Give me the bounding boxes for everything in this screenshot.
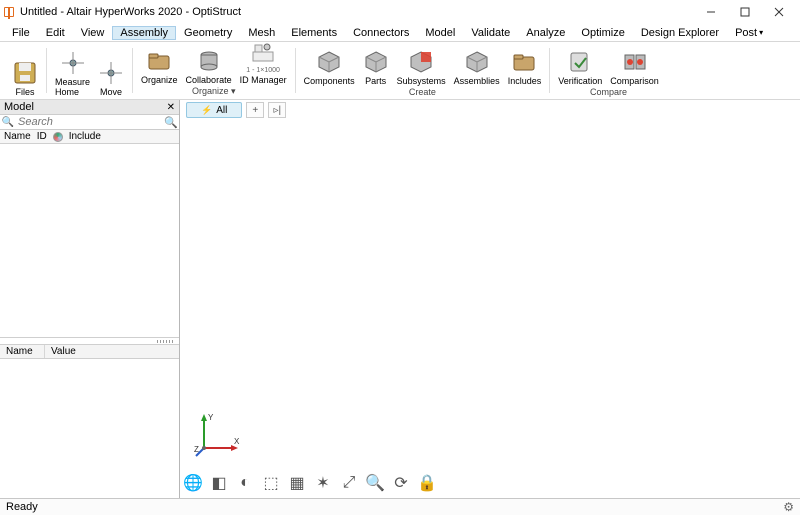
menu-analyze[interactable]: Analyze (518, 26, 573, 40)
minimize-button[interactable] (694, 1, 728, 23)
search-icon[interactable]: 🔍 (0, 117, 16, 128)
assemblies-icon (464, 49, 490, 75)
parts-icon (363, 49, 389, 75)
verification-icon (567, 49, 593, 75)
organize-icon (146, 48, 172, 74)
view-zoom-icon[interactable]: 🔍 (366, 474, 384, 492)
search-options-icon[interactable]: 🔍 (163, 116, 179, 129)
prop-col-value[interactable]: Value (45, 345, 82, 358)
ribbon-group-organize: Organize ▾ (192, 85, 236, 97)
ribbon-includes[interactable]: Includes (508, 49, 542, 86)
comparison-icon (622, 49, 648, 75)
app-logo-icon (4, 7, 14, 17)
tab-last-button[interactable]: ▹| (268, 102, 286, 118)
ribbon-group-compare: Compare (590, 86, 627, 97)
view-tabbar: ⚡ All + ▹| (186, 102, 286, 118)
menu-connectors[interactable]: Connectors (345, 26, 417, 40)
tab-label: All (216, 105, 227, 116)
ribbon-subsystems[interactable]: Subsystems (397, 49, 446, 86)
ribbon-group-create: Create (409, 86, 436, 97)
view-lock-icon[interactable]: 🔒 (418, 474, 436, 492)
view-isoview-icon[interactable]: ◧ (210, 474, 228, 492)
ribbon-organize[interactable]: Organize (141, 48, 178, 85)
menu-post[interactable]: Post▾ (727, 26, 771, 40)
ribbon-move[interactable]: Move (98, 60, 124, 97)
color-ball-icon[interactable] (53, 132, 63, 142)
model-panel-title: Model (4, 101, 34, 113)
axis-z-label: Z (194, 445, 199, 454)
close-button[interactable] (762, 1, 796, 23)
status-text: Ready (6, 501, 38, 513)
view-cube-icon[interactable]: ⬚ (262, 474, 280, 492)
includes-icon (511, 49, 537, 75)
view-fit-icon[interactable]: ⤢ (340, 474, 358, 492)
bolt-icon: ⚡ (201, 105, 212, 116)
components-icon (316, 49, 342, 75)
col-name[interactable]: Name (4, 131, 31, 142)
view-triad-icon[interactable]: ✶ (314, 474, 332, 492)
move-icon (98, 60, 124, 86)
menu-validate[interactable]: Validate (463, 26, 518, 40)
properties-body[interactable] (0, 359, 179, 498)
col-include[interactable]: Include (69, 131, 101, 142)
view-rotate-icon[interactable]: ⟳ (392, 474, 410, 492)
prop-col-name[interactable]: Name (0, 345, 45, 358)
menu-view[interactable]: View (73, 26, 113, 40)
ribbon-id-manager[interactable]: 1 - 1×1000ID Manager (240, 40, 287, 85)
menu-file[interactable]: File (4, 26, 38, 40)
axis-x-label: X (234, 437, 240, 446)
model-tree[interactable] (0, 144, 179, 338)
ribbon-collaborate[interactable]: Collaborate (186, 48, 232, 85)
ribbon-files[interactable]: Files (12, 60, 38, 97)
statusbar: Ready ⚙ (0, 498, 800, 515)
model-panel-close-icon[interactable]: ✕ (167, 102, 175, 113)
ribbon-toolbar: Files MeasureHome Move OrganizeCollaborate1… (0, 42, 800, 100)
view-wireframe-icon[interactable]: ▦ (288, 474, 306, 492)
tab-add-button[interactable]: + (246, 102, 264, 118)
window-title: Untitled - Altair HyperWorks 2020 - Opti… (20, 6, 241, 18)
menu-design-explorer[interactable]: Design Explorer (633, 26, 727, 40)
menu-model[interactable]: Model (417, 26, 463, 40)
files-icon (12, 60, 38, 86)
menu-assembly[interactable]: Assembly (112, 26, 176, 40)
menubar: FileEditViewAssemblyGeometryMeshElements… (0, 24, 800, 42)
ribbon-verification[interactable]: Verification (558, 49, 602, 86)
graphics-view[interactable]: ⚡ All + ▹| Y X Z 🌐 ◧ ◐ ⬚ ▦ ✶ ⤢ 🔍 ⟳ 🔒 (180, 100, 800, 498)
tree-column-header: Name ID Include (0, 130, 179, 144)
ribbon-comparison[interactable]: Comparison (610, 49, 659, 86)
subsystems-icon (408, 49, 434, 75)
ribbon-components[interactable]: Components (304, 49, 355, 86)
view-persp-icon[interactable]: ◐ (236, 474, 254, 492)
menu-optimize[interactable]: Optimize (573, 26, 632, 40)
ribbon-parts[interactable]: Parts (363, 49, 389, 86)
axis-y-label: Y (208, 413, 214, 422)
properties-panel: Name Value (0, 338, 179, 498)
menu-elements[interactable]: Elements (283, 26, 345, 40)
menu-mesh[interactable]: Mesh (240, 26, 283, 40)
search-input[interactable] (16, 115, 163, 129)
menu-edit[interactable]: Edit (38, 26, 73, 40)
id-manager-icon (250, 40, 276, 66)
menu-geometry[interactable]: Geometry (176, 26, 240, 40)
collaborate-icon (196, 48, 222, 74)
axis-triad: Y X Z (194, 412, 240, 458)
settings-gear-icon[interactable]: ⚙ (783, 500, 794, 514)
ribbon-assemblies[interactable]: Assemblies (454, 49, 500, 86)
view-toolbar: 🌐 ◧ ◐ ⬚ ▦ ✶ ⤢ 🔍 ⟳ 🔒 (184, 474, 436, 492)
maximize-button[interactable] (728, 1, 762, 23)
col-id[interactable]: ID (37, 131, 47, 142)
tab-all[interactable]: ⚡ All (186, 102, 242, 118)
search-row: 🔍 🔍 (0, 115, 179, 130)
view-globe-icon[interactable]: 🌐 (184, 474, 202, 492)
titlebar: Untitled - Altair HyperWorks 2020 - Opti… (0, 0, 800, 24)
model-panel: Model ✕ 🔍 🔍 Name ID Include Name Value (0, 100, 180, 498)
measure-home-icon (60, 50, 86, 76)
ribbon-measure-home[interactable]: MeasureHome (55, 50, 90, 97)
